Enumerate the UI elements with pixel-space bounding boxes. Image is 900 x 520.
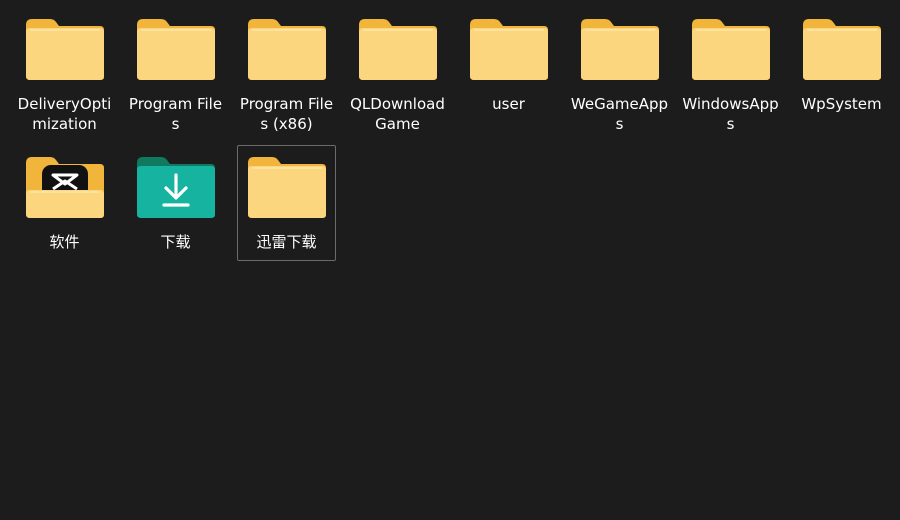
folder-item-program-files-x86[interactable]: Program Files (x86) [237, 7, 336, 133]
folder-item-downloads[interactable]: 下载 [126, 145, 225, 261]
downloads-folder-icon [135, 153, 217, 219]
folder-item-software[interactable]: 软件 [15, 145, 114, 261]
folder-grid: DeliveryOptimization Program Files Progr… [9, 7, 894, 283]
folder-item-deliveryoptimization[interactable]: DeliveryOptimization [15, 7, 114, 133]
folder-label: WpSystem [801, 95, 882, 113]
folder-icon [135, 15, 217, 81]
folder-item-windowsapps[interactable]: WindowsApps [681, 7, 780, 133]
folder-label: DeliveryOptimization [17, 95, 112, 133]
folder-icon [690, 15, 772, 81]
folder-label: QLDownloadGame [350, 95, 445, 133]
folder-label: WeGameApps [570, 95, 669, 133]
folder-icon [357, 15, 439, 81]
folder-icon [579, 15, 661, 81]
folder-label: user [492, 95, 525, 113]
folder-item-wegameapps[interactable]: WeGameApps [570, 7, 669, 133]
folder-item-user[interactable]: user [459, 7, 558, 123]
folder-item-qldownloadgame[interactable]: QLDownloadGame [348, 7, 447, 133]
folder-label: WindowsApps [682, 95, 779, 133]
folder-item-thunder-downloads[interactable]: 迅雷下载 [237, 145, 336, 261]
folder-label: 下载 [160, 233, 191, 251]
folder-icon [246, 153, 328, 219]
folder-label: Program Files (x86) [239, 95, 334, 133]
folder-with-app-icon [24, 153, 106, 219]
folder-icon [24, 15, 106, 81]
folder-label: Program Files [128, 95, 223, 133]
folder-item-wpsystem[interactable]: WpSystem [792, 7, 891, 123]
folder-icon [801, 15, 883, 81]
folder-item-program-files[interactable]: Program Files [126, 7, 225, 133]
folder-icon [468, 15, 550, 81]
folder-label: 迅雷下载 [256, 233, 317, 251]
folder-label: 软件 [49, 233, 80, 251]
folder-icon [246, 15, 328, 81]
